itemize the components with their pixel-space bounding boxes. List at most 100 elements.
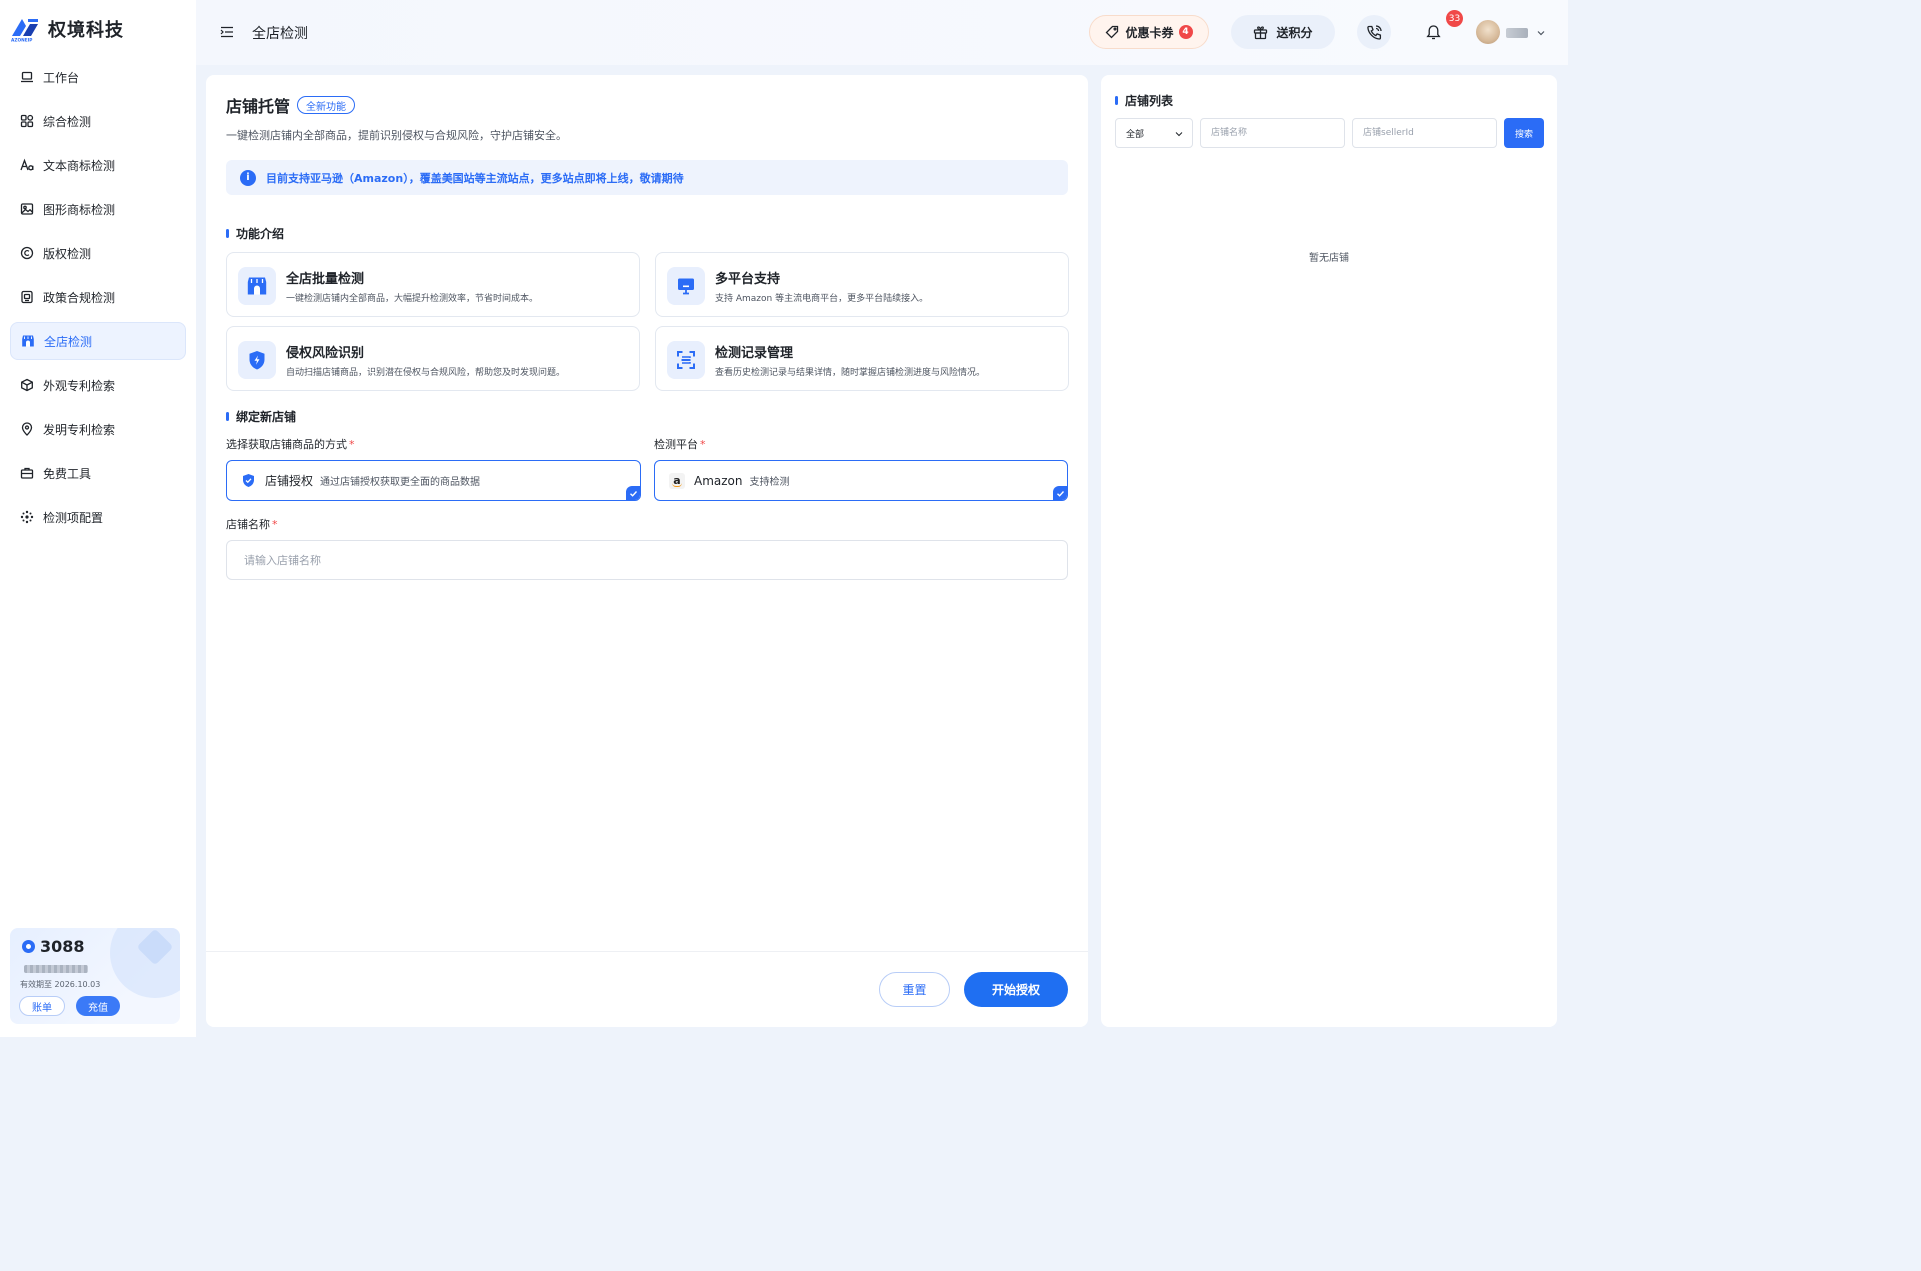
store-authorization-option[interactable]: 店铺授权 通过店铺授权获取更全面的商品数据 bbox=[226, 460, 641, 501]
tag-icon bbox=[1106, 25, 1119, 39]
store-name-search-input[interactable] bbox=[1200, 118, 1345, 148]
lightbulb-icon bbox=[20, 422, 34, 436]
phone-icon bbox=[1366, 24, 1382, 40]
sidebar-item-label: 全店检测 bbox=[44, 334, 93, 349]
selected-check-icon bbox=[626, 486, 640, 500]
sidebar-item-label: 工作台 bbox=[43, 70, 80, 85]
copyright-icon bbox=[20, 246, 34, 260]
chevron-down-icon bbox=[1175, 132, 1183, 137]
recharge-button[interactable]: 充值 bbox=[76, 996, 120, 1016]
footer-divider bbox=[206, 951, 1088, 952]
sidebar-item-copyright[interactable]: 版权检测 bbox=[10, 234, 186, 272]
seller-id-search-input[interactable] bbox=[1352, 118, 1497, 148]
credit-expiry: 有效期至 2026.10.03 bbox=[20, 980, 101, 989]
sidebar-item-detection-config[interactable]: 检测项配置 bbox=[10, 498, 186, 536]
feature-card: 多平台支持 支持 Amazon 等主流电商平台，更多平台陆续接入。 bbox=[655, 252, 1069, 317]
laptop-icon bbox=[20, 70, 34, 84]
points-label: 送积分 bbox=[1276, 25, 1313, 40]
store-name-input[interactable] bbox=[226, 540, 1068, 580]
avatar[interactable] bbox=[1476, 20, 1500, 44]
amazon-logo-icon: a bbox=[669, 472, 685, 489]
store-icon bbox=[21, 334, 35, 348]
brand-name: 权境科技 bbox=[48, 20, 124, 41]
menu-collapse-icon[interactable] bbox=[220, 25, 234, 39]
panel-header: 店铺托管 全新功能 bbox=[226, 93, 356, 117]
text-aa-icon bbox=[20, 158, 34, 172]
search-button[interactable]: 搜索 bbox=[1504, 118, 1544, 148]
sidebar: AZONEIP 权境科技 工作台 综合检测 文本商标检测 图形商标检测 版权检测… bbox=[0, 0, 196, 1037]
scan-frame-icon bbox=[667, 341, 705, 379]
toolbox-icon bbox=[20, 466, 34, 480]
sidebar-item-label: 综合检测 bbox=[43, 114, 92, 129]
reset-button[interactable]: 重置 bbox=[879, 972, 950, 1007]
sidebar-item-label: 版权检测 bbox=[43, 246, 92, 261]
brand-logo[interactable]: AZONEIP 权境科技 bbox=[10, 16, 124, 44]
option-title: 店铺授权 bbox=[265, 474, 314, 488]
platform-label: 检测平台 * bbox=[654, 436, 706, 452]
notification-count-badge: 33 bbox=[1446, 10, 1463, 27]
required-mark: * bbox=[272, 518, 278, 531]
empty-state-text: 暂无店铺 bbox=[1309, 253, 1349, 264]
coupon-count-badge: 4 bbox=[1178, 25, 1193, 39]
feature-description: 查看历史检测记录与结果详情，随时掌握店铺检测进度与风险情况。 bbox=[715, 368, 986, 378]
sidebar-item-design-patent[interactable]: 外观专利检索 bbox=[10, 366, 186, 404]
monitor-icon bbox=[667, 267, 705, 305]
amazon-platform-option[interactable]: a Amazon 支持检测 bbox=[654, 460, 1068, 501]
sidebar-item-label: 政策合规检测 bbox=[43, 290, 116, 305]
credit-balance: 3088 bbox=[22, 937, 85, 956]
notification-button[interactable] bbox=[1416, 15, 1450, 49]
info-notice-text: 目前支持亚马逊（Amazon），覆盖美国站等主流站点，更多站点即将上线，敬请期待 bbox=[266, 171, 684, 185]
shield-check-icon bbox=[243, 474, 254, 487]
filter-value: 全部 bbox=[1126, 129, 1145, 140]
selected-check-icon bbox=[1053, 486, 1067, 500]
top-header: 全店检测 优惠卡券 4 送积分 33 bbox=[196, 0, 1568, 65]
sidebar-item-image-trademark[interactable]: 图形商标检测 bbox=[10, 190, 186, 228]
feature-card: 侵权风险识别 自动扫描店铺商品，识别潜在侵权与合规风险，帮助您及时发现问题。 bbox=[226, 326, 640, 391]
feature-card: 全店批量检测 一键检测店铺内全部商品，大幅提升检测效率，节省时间成本。 bbox=[226, 252, 640, 317]
feature-description: 自动扫描店铺商品，识别潜在侵权与合规风险，帮助您及时发现问题。 bbox=[286, 368, 566, 378]
sidebar-item-policy[interactable]: 政策合规检测 bbox=[10, 278, 186, 316]
coupon-label: 优惠卡券 bbox=[1125, 25, 1174, 40]
sidebar-item-comprehensive[interactable]: 综合检测 bbox=[10, 102, 186, 140]
settings-icon bbox=[20, 510, 34, 524]
sidebar-item-free-tools[interactable]: 免费工具 bbox=[10, 454, 186, 492]
platform-filter-select[interactable]: 全部 bbox=[1115, 118, 1193, 148]
info-notice: i 目前支持亚马逊（Amazon），覆盖美国站等主流站点，更多站点即将上线，敬请… bbox=[226, 160, 1068, 195]
sidebar-item-text-trademark[interactable]: 文本商标检测 bbox=[10, 146, 186, 184]
phone-button[interactable] bbox=[1357, 15, 1391, 49]
points-button[interactable]: 送积分 bbox=[1231, 15, 1335, 49]
panel-description: 一键检测店铺内全部商品，提前识别侵权与合规风险，守护店铺安全。 bbox=[226, 129, 567, 142]
sidebar-item-workbench[interactable]: 工作台 bbox=[10, 58, 186, 96]
bill-button[interactable]: 账单 bbox=[19, 996, 65, 1016]
start-authorization-button[interactable]: 开始授权 bbox=[964, 972, 1068, 1007]
feature-title: 多平台支持 bbox=[715, 272, 781, 287]
sidebar-item-invention-patent[interactable]: 发明专利检索 bbox=[10, 410, 186, 448]
store-list-title: 店铺列表 bbox=[1115, 92, 1173, 109]
credit-card: 3088 有效期至 2026.10.03 账单 充值 bbox=[10, 928, 180, 1024]
sidebar-item-label: 文本商标检测 bbox=[43, 158, 116, 173]
bell-icon bbox=[1425, 24, 1441, 39]
chevron-down-icon[interactable] bbox=[1536, 27, 1546, 37]
sidebar-nav: 工作台 综合检测 文本商标检测 图形商标检测 版权检测 政策合规检测 全店检测 bbox=[10, 58, 186, 542]
grid-icon bbox=[20, 114, 34, 128]
store-icon bbox=[238, 267, 276, 305]
info-icon: i bbox=[240, 169, 256, 186]
sidebar-item-store-detection[interactable]: 全店检测 bbox=[10, 322, 186, 360]
image-icon bbox=[20, 202, 34, 216]
masked-account bbox=[24, 965, 88, 973]
coupon-button[interactable]: 优惠卡券 4 bbox=[1089, 15, 1209, 49]
cube-icon bbox=[20, 378, 34, 392]
logo-icon: AZONEIP bbox=[10, 16, 40, 44]
store-hosting-panel: 店铺托管 全新功能 一键检测店铺内全部商品，提前识别侵权与合规风险，守护店铺安全… bbox=[206, 75, 1088, 1027]
required-mark: * bbox=[349, 438, 355, 451]
sidebar-item-label: 免费工具 bbox=[43, 466, 92, 481]
features-section-title: 功能介绍 bbox=[226, 225, 284, 242]
required-mark: * bbox=[700, 438, 706, 451]
sidebar-item-label: 发明专利检索 bbox=[43, 422, 116, 437]
svg-text:AZONEIP: AZONEIP bbox=[11, 38, 32, 43]
gift-icon bbox=[1254, 25, 1268, 39]
store-name-label-text: 店铺名称 bbox=[226, 518, 270, 531]
store-name-label: 店铺名称 * bbox=[226, 516, 278, 532]
shield-bolt-icon bbox=[238, 341, 276, 379]
feature-description: 一键检测店铺内全部商品，大幅提升检测效率，节省时间成本。 bbox=[286, 294, 539, 304]
